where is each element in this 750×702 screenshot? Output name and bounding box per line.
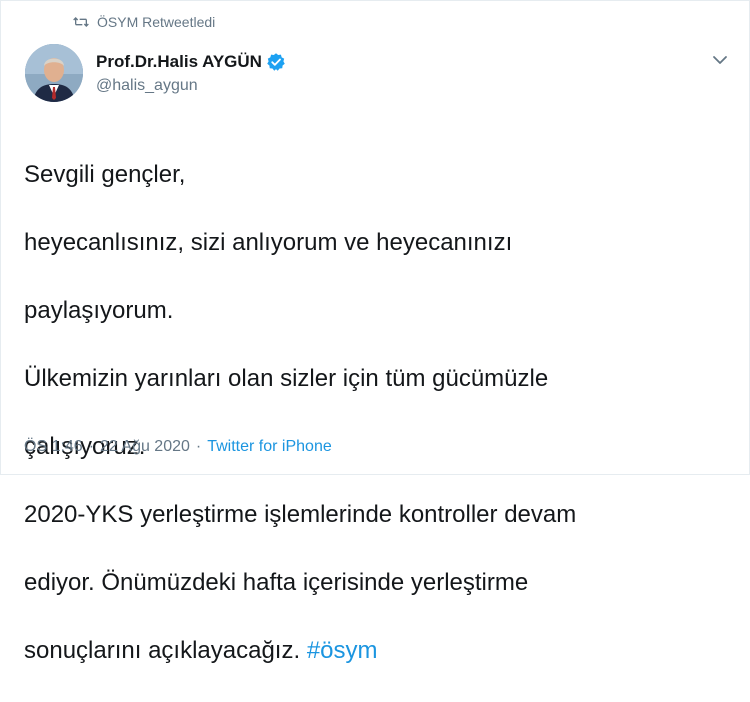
- tweet-line: heyecanlısınız, sizi anlıyorum ve heyeca…: [24, 229, 513, 256]
- meta-separator: ·: [88, 438, 95, 455]
- tweet-source-link[interactable]: Twitter for iPhone: [207, 438, 332, 456]
- retweet-context: ÖSYM Retweetledi: [73, 14, 215, 30]
- meta-separator: ·: [195, 438, 202, 455]
- tweet-card[interactable]: ÖSYM Retweetledi Prof.Dr.Halis AYGÜN @ha…: [0, 0, 750, 664]
- tweet-line: Ülkemizin yarınları olan sizler için tüm…: [24, 365, 549, 392]
- avatar-photo: [25, 44, 83, 102]
- retweet-label: ÖSYM Retweetledi: [97, 14, 216, 30]
- tweet-line: sonuçlarını açıklayacağız.: [24, 637, 301, 664]
- verified-badge-icon: [267, 53, 285, 71]
- name-row: Prof.Dr.Halis AYGÜN: [96, 51, 286, 73]
- tweet-line: ediyor. Önümüzdeki hafta içerisinde yerl…: [24, 569, 529, 596]
- tweet-line: 2020-YKS yerleştirme işlemlerinde kontro…: [24, 501, 577, 528]
- avatar[interactable]: [25, 44, 83, 102]
- tweet-line: paylaşıyorum.: [24, 297, 174, 324]
- tweet-text: Sevgili gençler, heyecanlısınız, sizi an…: [24, 124, 724, 702]
- tweet-date[interactable]: 22 Ağu 2020: [100, 438, 190, 456]
- handle[interactable]: @halis_aygun: [96, 77, 286, 95]
- tweet-line: Sevgili gençler,: [24, 161, 186, 188]
- author-block[interactable]: Prof.Dr.Halis AYGÜN @halis_aygun: [96, 51, 286, 95]
- chevron-down-icon[interactable]: [711, 51, 729, 69]
- retweet-icon: [73, 17, 89, 27]
- hashtag-link[interactable]: #ösym: [307, 637, 378, 664]
- display-name[interactable]: Prof.Dr.Halis AYGÜN: [96, 52, 262, 72]
- tweet-meta: ÖS 1:46 · 22 Ağu 2020 · Twitter for iPho…: [24, 438, 332, 456]
- tweet-time[interactable]: ÖS 1:46: [24, 438, 83, 456]
- tweet-line-last: sonuçlarını açıklayacağız. #ösym: [24, 634, 724, 668]
